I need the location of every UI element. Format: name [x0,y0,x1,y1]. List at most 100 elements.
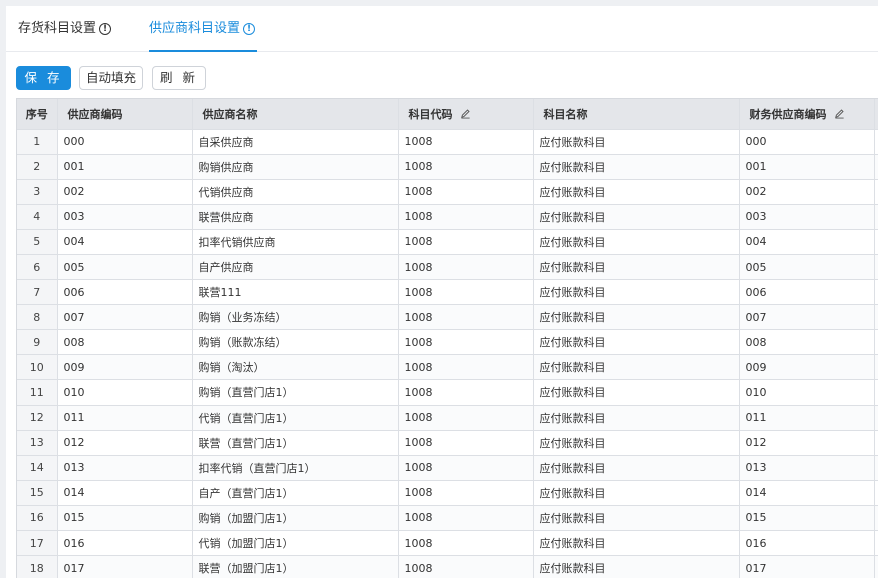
tab-bar: 存货科目设置! 供应商科目设置! [6,6,878,52]
cell-supplier-code: 002 [57,179,193,205]
cell-supplier-code: 008 [57,329,193,356]
refresh-button[interactable]: 刷 新 [152,66,206,90]
cell-finance-supplier-code[interactable]: 007 [739,304,875,331]
cell-finance-supplier-code[interactable]: 008 [739,329,875,356]
column-header-supplier-name[interactable]: 供应商名称 [192,99,399,130]
table-row[interactable]: 18 017 联营（加盟门店1） 1008 应付账款科目 017 [17,555,878,578]
column-header-account-name[interactable]: 科目名称 [533,99,740,130]
save-button[interactable]: 保 存 [16,66,71,90]
cell-spacer [874,480,878,506]
column-header-label: 财务供应商编码 [749,107,827,121]
table-row[interactable]: 6 005 自产供应商 1008 应付账款科目 005 [17,254,878,281]
cell-finance-supplier-code[interactable]: 011 [739,405,875,431]
cell-index: 18 [17,555,58,578]
cell-account-name: 应付账款科目 [533,480,740,506]
cell-account-code[interactable]: 1008 [398,480,534,506]
cell-finance-supplier-code[interactable]: 002 [739,179,875,205]
table-row[interactable]: 16 015 购销（加盟门店1） 1008 应付账款科目 015 [17,505,878,532]
cell-account-name: 应付账款科目 [533,555,740,578]
cell-finance-supplier-code[interactable]: 000 [739,129,875,155]
cell-index: 5 [17,229,58,255]
table-row[interactable]: 2 001 购销供应商 1008 应付账款科目 001 [17,154,878,180]
cell-supplier-name: 自产供应商 [192,254,399,281]
cell-index: 11 [17,379,58,406]
table-row[interactable]: 13 012 联营（直营门店1） 1008 应付账款科目 012 [17,430,878,456]
cell-finance-supplier-code[interactable]: 009 [739,354,875,381]
info-circle-icon[interactable]: ! [99,23,112,35]
cell-index: 7 [17,279,58,306]
tab-supplier-account[interactable]: 供应商科目设置! [149,6,258,52]
table-row[interactable]: 12 011 代销（直营门店1） 1008 应付账款科目 011 [17,405,878,431]
cell-finance-supplier-code[interactable]: 012 [739,430,875,456]
cell-supplier-code: 014 [57,480,193,506]
table-row[interactable]: 9 008 购销（账款冻结） 1008 应付账款科目 008 [17,329,878,356]
column-header-finance-supplier-code[interactable]: 财务供应商编码 [739,99,875,130]
cell-account-code[interactable]: 1008 [398,129,534,155]
cell-spacer [874,329,878,356]
cell-finance-supplier-code[interactable]: 016 [739,530,875,557]
table-row[interactable]: 5 004 扣率代销供应商 1008 应付账款科目 004 [17,229,878,255]
cell-account-code[interactable]: 1008 [398,379,534,406]
column-header-label: 科目代码 [408,107,453,121]
cell-finance-supplier-code[interactable]: 006 [739,279,875,306]
column-header-supplier-code[interactable]: 供应商编码 [57,99,193,130]
table-row[interactable]: 7 006 联营111 1008 应付账款科目 006 [17,279,878,306]
cell-supplier-name: 自采供应商 [192,129,399,155]
cell-account-code[interactable]: 1008 [398,329,534,356]
pencil-icon [461,109,470,119]
cell-index: 3 [17,179,58,205]
cell-account-code[interactable]: 1008 [398,204,534,230]
cell-spacer [874,304,878,331]
cell-supplier-name: 购销（淘汰） [192,354,399,381]
cell-account-code[interactable]: 1008 [398,430,534,456]
cell-account-code[interactable]: 1008 [398,530,534,557]
cell-spacer [874,530,878,557]
table-row[interactable]: 4 003 联营供应商 1008 应付账款科目 003 [17,204,878,230]
table-row[interactable]: 8 007 购销（业务冻结） 1008 应付账款科目 007 [17,304,878,331]
table-row[interactable]: 17 016 代销（加盟门店1） 1008 应付账款科目 016 [17,530,878,557]
cell-account-code[interactable]: 1008 [398,254,534,281]
cell-finance-supplier-code[interactable]: 017 [739,555,875,578]
cell-account-code[interactable]: 1008 [398,154,534,180]
cell-spacer [874,229,878,255]
table-row[interactable]: 14 013 扣率代销（直营门店1） 1008 应付账款科目 013 [17,455,878,481]
table-row[interactable]: 11 010 购销（直营门店1） 1008 应付账款科目 010 [17,379,878,406]
tab-inventory-account[interactable]: 存货科目设置! [18,6,112,52]
cell-account-code[interactable]: 1008 [398,354,534,381]
column-header-account-code[interactable]: 科目代码 [398,99,534,130]
cell-supplier-name: 购销（加盟门店1） [192,505,399,532]
cell-account-name: 应付账款科目 [533,129,740,155]
auto-fill-button[interactable]: 自动填充 [79,66,143,90]
table-row[interactable]: 10 009 购销（淘汰） 1008 应付账款科目 009 [17,354,878,381]
cell-account-code[interactable]: 1008 [398,279,534,306]
cell-supplier-name: 代销（直营门店1） [192,405,399,431]
cell-supplier-code: 003 [57,204,193,230]
table-row[interactable]: 15 014 自产（直营门店1） 1008 应付账款科目 014 [17,480,878,506]
cell-account-code[interactable]: 1008 [398,304,534,331]
cell-account-code[interactable]: 1008 [398,229,534,255]
info-circle-icon[interactable]: ! [243,23,256,35]
cell-finance-supplier-code[interactable]: 010 [739,379,875,406]
cell-account-code[interactable]: 1008 [398,555,534,578]
table-row[interactable]: 3 002 代销供应商 1008 应付账款科目 002 [17,179,878,205]
cell-account-name: 应付账款科目 [533,329,740,356]
cell-finance-supplier-code[interactable]: 003 [739,204,875,230]
cell-finance-supplier-code[interactable]: 015 [739,505,875,532]
cell-finance-supplier-code[interactable]: 001 [739,154,875,180]
cell-finance-supplier-code[interactable]: 004 [739,229,875,255]
cell-spacer [874,129,878,155]
cell-finance-supplier-code[interactable]: 005 [739,254,875,281]
cell-spacer [874,204,878,230]
cell-account-name: 应付账款科目 [533,430,740,456]
cell-account-name: 应付账款科目 [533,229,740,255]
cell-finance-supplier-code[interactable]: 013 [739,455,875,481]
table-row[interactable]: 1 000 自采供应商 1008 应付账款科目 000 [17,129,878,155]
cell-account-code[interactable]: 1008 [398,455,534,481]
cell-account-code[interactable]: 1008 [398,505,534,532]
cell-supplier-name: 扣率代销供应商 [192,229,399,255]
cell-finance-supplier-code[interactable]: 014 [739,480,875,506]
cell-account-code[interactable]: 1008 [398,179,534,205]
cell-account-name: 应付账款科目 [533,405,740,431]
cell-account-code[interactable]: 1008 [398,405,534,431]
cell-supplier-code: 000 [57,129,193,155]
